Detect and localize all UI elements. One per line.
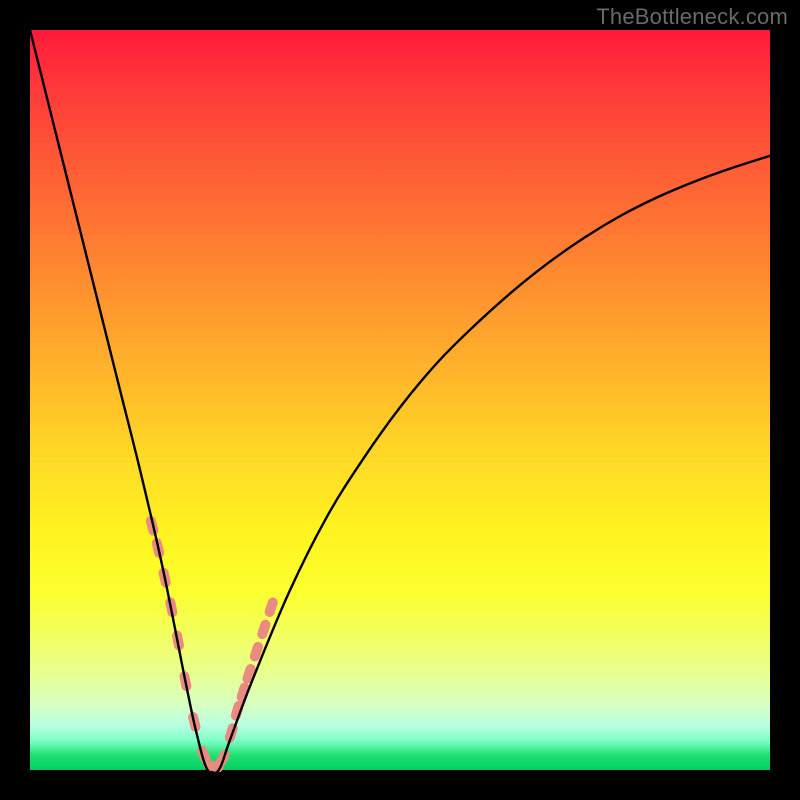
plot-area <box>30 30 770 770</box>
marker-layer <box>145 515 279 773</box>
watermark-text: TheBottleneck.com <box>596 4 788 30</box>
curve-marker <box>263 596 279 618</box>
chart-frame: TheBottleneck.com <box>0 0 800 800</box>
curve-svg <box>30 30 770 770</box>
bottleneck-curve <box>30 30 770 775</box>
